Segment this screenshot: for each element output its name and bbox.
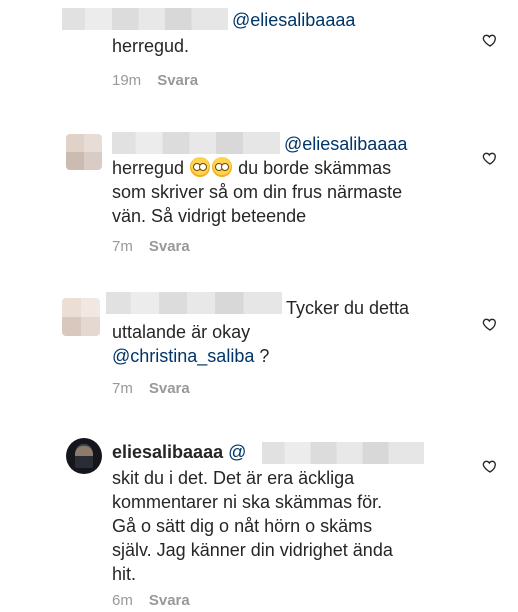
mention-link[interactable]: @ xyxy=(228,442,246,462)
comment-line: Tycker du detta xyxy=(286,298,410,318)
redacted-username xyxy=(62,8,228,30)
comment-meta: 7m Svara xyxy=(112,238,190,255)
comment-time: 7m xyxy=(112,238,133,255)
comment-line: själv. Jag känner din vidrighet ända xyxy=(112,540,393,560)
comment-line: hit. xyxy=(112,564,137,584)
comment-line: herregud du borde skämmas xyxy=(112,156,391,180)
mention-link[interactable]: @christina_saliba xyxy=(112,346,254,366)
comment-body: herregud. xyxy=(112,36,190,56)
comment-line: skit du i det. Det är era äckliga xyxy=(112,468,355,488)
comment-text: @eliesalibaaaa xyxy=(284,132,407,156)
reply-button[interactable]: Svara xyxy=(149,380,190,397)
commenter-avatar[interactable] xyxy=(66,438,102,474)
comment-line: kommentarer ni ska skämmas för. xyxy=(112,492,383,512)
comment-header: eliesalibaaaa @ xyxy=(112,440,246,464)
comment-text-fragment: ? xyxy=(254,346,270,366)
comment-line: vän. Så vidrigt beteende xyxy=(112,206,307,226)
comment-time: 6m xyxy=(112,592,133,609)
commenter-avatar[interactable] xyxy=(66,134,102,170)
comment-line: som skriver så om din frus närmaste xyxy=(112,182,403,202)
heart-outline-icon[interactable] xyxy=(482,32,498,48)
redacted-username xyxy=(106,292,282,314)
comment-text-fragment: du borde skämmas xyxy=(238,158,392,178)
comment-time: 7m xyxy=(112,380,133,397)
redacted-username xyxy=(112,132,280,154)
comment-text-fragment: herregud xyxy=(112,158,185,178)
heart-outline-icon[interactable] xyxy=(482,150,498,166)
comment-meta: 19m Svara xyxy=(112,72,198,89)
comment-line: uttalande är okay xyxy=(112,322,251,342)
flushed-face-icon xyxy=(190,157,211,177)
comment-line: Gå o sätt dig o nåt hörn o skäms xyxy=(112,516,373,536)
commenter-avatar[interactable] xyxy=(62,298,100,336)
comment-meta: 7m Svara xyxy=(112,380,190,397)
mention-link[interactable]: @eliesalibaaaa xyxy=(284,134,407,154)
reply-button[interactable]: Svara xyxy=(149,238,190,255)
comment-time: 19m xyxy=(112,72,142,89)
comment-text: @eliesalibaaaa xyxy=(232,8,355,32)
reply-button[interactable]: Svara xyxy=(157,72,198,89)
redacted-username xyxy=(262,442,424,464)
flushed-face-icon xyxy=(212,157,233,177)
heart-outline-icon[interactable] xyxy=(482,458,498,474)
comment-meta: 6m Svara xyxy=(112,592,190,609)
heart-outline-icon[interactable] xyxy=(482,316,498,332)
reply-button[interactable]: Svara xyxy=(149,592,190,609)
username-link[interactable]: eliesalibaaaa xyxy=(112,442,223,462)
comment-line: @christina_saliba ? xyxy=(112,344,269,368)
mention-link[interactable]: @eliesalibaaaa xyxy=(232,10,355,30)
